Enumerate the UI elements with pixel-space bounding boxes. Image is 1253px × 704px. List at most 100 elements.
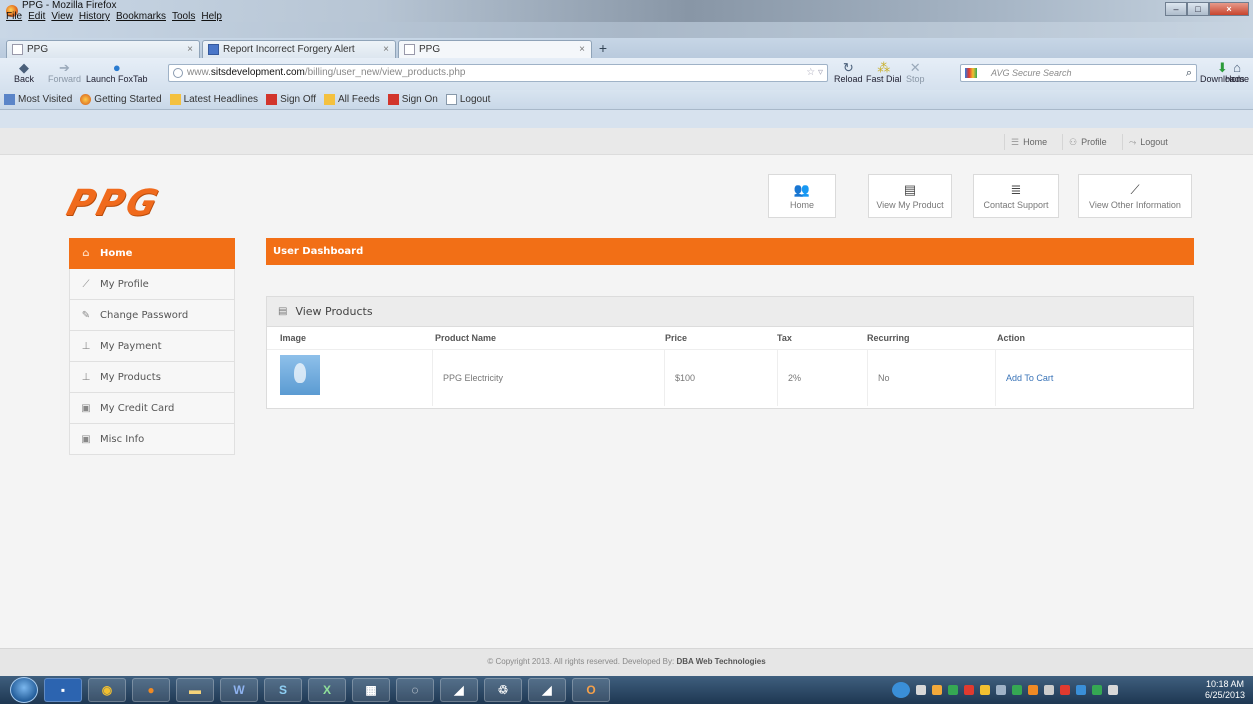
menu-bookmarks[interactable]: Bookmarks — [116, 11, 166, 22]
bookmark-latest-headlines[interactable]: Latest Headlines — [169, 94, 259, 105]
user-icon: ⚇ — [1069, 136, 1078, 147]
footer-text: © Copyright 2013. All rights reserved. D… — [487, 657, 677, 666]
taskbar-outlook-icon[interactable]: O — [572, 678, 610, 702]
close-tab-icon[interactable]: × — [383, 44, 389, 55]
footer-developer-link[interactable]: DBA Web Technologies — [676, 657, 765, 666]
sidebar-item-misc-info[interactable]: ▣ Misc Info — [69, 424, 235, 455]
top-link-home[interactable]: ☰ Home — [1004, 134, 1053, 150]
minimize-button[interactable]: – — [1165, 2, 1187, 16]
search-input[interactable]: AVG Secure Search ⌕ — [960, 64, 1197, 82]
sidebar-item-my-profile[interactable]: ⟋ My Profile — [69, 269, 235, 300]
close-window-button[interactable]: × — [1209, 2, 1249, 16]
signal-icon[interactable] — [1044, 685, 1054, 695]
home-button[interactable]: ⌂ Home — [1225, 61, 1249, 84]
sidebar-item-my-payment[interactable]: ⊥ My Payment — [69, 331, 235, 362]
quick-contact-support-button[interactable]: ≣ Contact Support — [973, 174, 1059, 218]
taskbar-chrome-icon[interactable]: ◉ — [88, 678, 126, 702]
forward-arrow-icon: ➔ — [59, 60, 70, 75]
start-button[interactable] — [10, 677, 38, 703]
fast-dial-button[interactable]: ⁂ Fast Dial — [866, 61, 902, 84]
tray-icon[interactable] — [964, 685, 974, 695]
menu-bar-strip — [0, 22, 1253, 38]
menu-edit[interactable]: Edit — [28, 11, 45, 22]
table-row: PPG Electricity $100 2% No Add To Cart — [267, 349, 1193, 406]
tray-icon[interactable] — [932, 685, 942, 695]
tray-icon[interactable] — [1092, 685, 1102, 695]
sidebar-item-home[interactable]: ⌂ Home — [69, 238, 235, 269]
quick-button-label: Home — [789, 200, 814, 210]
tray-icon[interactable] — [1060, 685, 1070, 695]
menu-view[interactable]: View — [51, 11, 73, 22]
search-icon[interactable]: ⌕ — [1186, 65, 1192, 81]
menu-file[interactable]: File — [6, 11, 22, 22]
product-thumbnail[interactable] — [280, 355, 320, 395]
tray-icon[interactable] — [916, 685, 926, 695]
menu-help[interactable]: Help — [201, 11, 222, 22]
quick-view-other-info-button[interactable]: ⟋ View Other Information — [1078, 174, 1192, 218]
system-tray — [888, 676, 1253, 704]
rss-feed-icon — [324, 94, 336, 105]
column-header-action: Action — [997, 333, 1025, 343]
volume-icon[interactable] — [1108, 685, 1118, 695]
toolbar-spacer — [0, 110, 1253, 128]
tray-icon[interactable] — [1012, 685, 1022, 695]
forward-button[interactable]: ➔ Forward — [48, 61, 81, 84]
bookmark-sign-on[interactable]: Sign On — [387, 94, 438, 105]
bookmark-label: Latest Headlines — [183, 94, 259, 105]
taskbar-app-12[interactable]: ◢ — [528, 678, 566, 702]
tray-icon[interactable] — [996, 685, 1006, 695]
taskbar-firefox-icon[interactable]: ● — [132, 678, 170, 702]
tab-ppg-active[interactable]: PPG × — [398, 40, 592, 58]
tab-ppg-1[interactable]: PPG × — [6, 40, 200, 58]
sidebar-item-label: Change Password — [100, 309, 189, 321]
add-to-cart-link[interactable]: Add To Cart — [995, 350, 1193, 406]
navigation-toolbar: ◆ Back ➔ Forward ● Launch FoxTab www.sit… — [0, 58, 1253, 90]
tray-icon[interactable] — [948, 685, 958, 695]
stop-button[interactable]: ✕ Stop — [906, 61, 925, 84]
quick-button-label: View My Product — [876, 200, 944, 210]
top-link-logout[interactable]: ⤳ Logout — [1122, 134, 1174, 150]
maximize-button[interactable]: □ — [1187, 2, 1209, 16]
taskbar-app-1[interactable]: ▪ — [44, 678, 82, 702]
tab-forgery-alert[interactable]: Report Incorrect Forgery Alert × — [202, 40, 396, 58]
bookmark-sign-off[interactable]: Sign Off — [266, 94, 316, 105]
menu-tools[interactable]: Tools — [172, 11, 195, 22]
taskbar-folder-icon[interactable]: ▬ — [176, 678, 214, 702]
google-icon — [208, 44, 219, 55]
new-tab-button[interactable]: + — [595, 41, 611, 57]
taskbar-app-9[interactable]: ◌ — [396, 678, 434, 702]
tray-icon[interactable] — [980, 685, 990, 695]
ppg-logo[interactable]: PPG — [63, 183, 228, 224]
taskbar-clock[interactable]: 10:18 AM 6/25/2013 — [1205, 679, 1245, 701]
bookmark-all-feeds[interactable]: All Feeds — [324, 94, 380, 105]
back-button[interactable]: ◆ Back — [14, 61, 34, 84]
tray-icon[interactable] — [1028, 685, 1038, 695]
taskbar-excel-icon[interactable]: X — [308, 678, 346, 702]
launch-foxtab-button[interactable]: ● Launch FoxTab — [86, 61, 148, 84]
taskbar-app-10[interactable]: ◢ — [440, 678, 478, 702]
close-tab-icon[interactable]: × — [579, 44, 585, 55]
reload-button[interactable]: ↻ Reload — [834, 61, 863, 84]
quick-view-my-product-button[interactable]: ▤ View My Product — [868, 174, 952, 218]
url-bar[interactable]: www.sitsdevelopment.com/billing/user_new… — [168, 64, 828, 82]
bookmark-star-icon[interactable]: ☆ ▿ — [806, 65, 823, 81]
sidebar-item-my-credit-card[interactable]: ▣ My Credit Card — [69, 393, 235, 424]
sidebar-item-my-products[interactable]: ⊥ My Products — [69, 362, 235, 393]
close-tab-icon[interactable]: × — [187, 44, 193, 55]
sidebar-item-change-password[interactable]: ✎ Change Password — [69, 300, 235, 331]
bookmark-logout[interactable]: Logout — [445, 94, 490, 105]
network-icon[interactable] — [892, 682, 910, 698]
taskbar-word-icon[interactable]: W — [220, 678, 258, 702]
taskbar-skype-icon[interactable]: S — [264, 678, 302, 702]
quick-home-button[interactable]: 👥 Home — [768, 174, 836, 218]
avg-logo-icon — [965, 68, 977, 78]
tray-icon[interactable] — [1076, 685, 1086, 695]
taskbar-app-11[interactable]: ♲ — [484, 678, 522, 702]
menu-history[interactable]: History — [79, 11, 110, 22]
top-link-profile[interactable]: ⚇ Profile — [1062, 134, 1113, 150]
bookmark-getting-started[interactable]: Getting Started — [80, 94, 162, 105]
taskbar-app-8[interactable]: ▦ — [352, 678, 390, 702]
foxtab-icon: ● — [112, 60, 121, 75]
bookmark-most-visited[interactable]: Most Visited — [4, 94, 72, 105]
home-icon: ⌂ — [1233, 60, 1241, 75]
